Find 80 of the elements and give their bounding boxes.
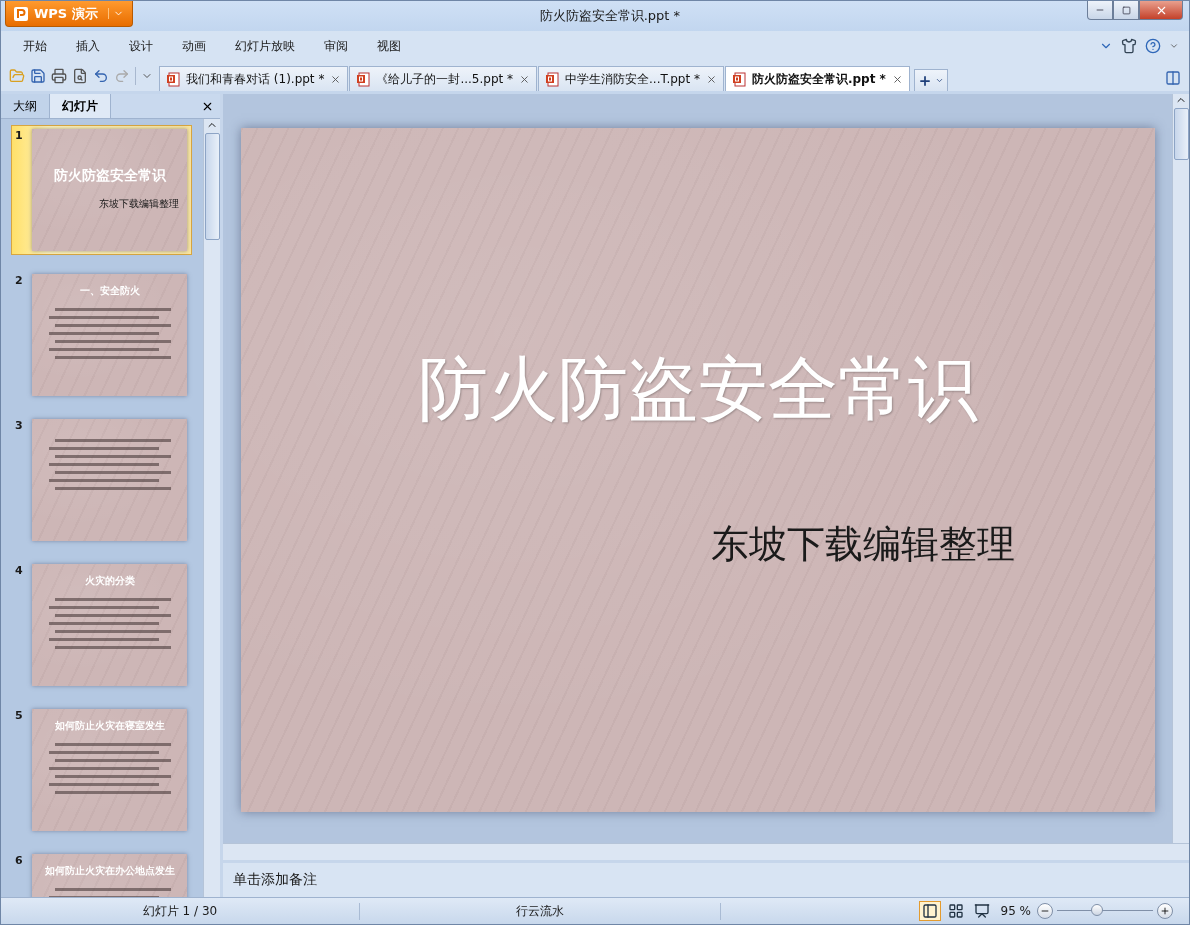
slide-number: 4 [15,564,24,577]
panel-tab[interactable]: 幻灯片 [50,94,111,118]
slide-number: 6 [15,854,24,867]
presentation-file-icon [731,71,746,87]
slideshow-icon [973,903,990,919]
view-button[interactable] [918,901,941,921]
scrollbar-thumb[interactable] [204,133,220,240]
print-preview-button[interactable] [72,68,88,84]
folder-icon [9,68,25,84]
slide-thumbnail-item[interactable]: 5 如何防止火灾在寝室发生 [11,705,192,835]
slide-thumbnail-item[interactable]: 2 一、安全防火 [11,270,192,400]
plus-icon [1160,906,1170,916]
slide-title: 如何防止火灾在办公地点发生 [44,864,175,878]
document-tab[interactable]: 《给儿子的一封...5.ppt * [349,66,538,91]
slide-number: 5 [15,709,24,722]
plus-icon [917,73,932,88]
app-logo-icon [14,6,28,21]
minimize-button[interactable] [1087,1,1113,20]
printer-icon [51,68,67,84]
slide-number: 1 [15,129,24,142]
document-tab[interactable]: 我们和青春对话 (1).ppt * [159,66,349,91]
slide-thumbnail-item[interactable]: 4 火灾的分类 [11,560,192,690]
normal-view-icon [921,903,938,919]
menu-item[interactable]: 审阅 [324,37,377,55]
slide-title: 如何防止火灾在寝室发生 [54,719,165,733]
menu-item[interactable]: 插入 [76,37,129,55]
document-tab[interactable]: 防火防盗安全常识.ppt * [724,66,910,91]
undo-icon [93,68,109,84]
menu-item[interactable]: 设计 [129,37,182,55]
menu-item[interactable]: 视图 [377,37,430,55]
presentation-file-icon [545,71,560,87]
slide-subtitle: 东坡下载编辑整理 [710,521,1015,568]
horizontal-scrollbar[interactable] [223,843,1189,860]
menu-item[interactable]: 动画 [182,37,235,55]
document-search-icon [72,68,88,84]
theme-name: 行云流水 [360,902,721,920]
print-button[interactable] [51,68,67,84]
slide-thumbnail-item[interactable]: 3 [11,415,192,545]
maximize-icon [1121,5,1131,15]
zoom-slider-thumb[interactable] [1091,904,1104,916]
save-icon [30,68,46,84]
slide-title: 防火防盗安全常识 [417,347,978,432]
slide-title: 一、安全防火 [79,284,140,298]
help-icon[interactable] [1145,38,1161,54]
presentation-file-icon [356,71,371,87]
menu-item[interactable]: 幻灯片放映 [235,37,324,55]
window-switch-button[interactable] [1165,70,1181,86]
slide-counter: 幻灯片 1 / 30 [1,902,360,920]
maximize-button[interactable] [1113,1,1139,20]
slide-subtitle: 东坡下载编辑整理 [99,197,179,211]
slide-thumbnail-item[interactable]: 6 如何防止火灾在办公地点发生 [11,850,192,897]
close-icon[interactable] [891,73,903,85]
panel-tab[interactable]: 大纲 [1,94,50,118]
scrollbar-thumb[interactable] [1173,108,1189,160]
new-tab-button[interactable] [913,69,948,91]
caret-icon [934,76,944,85]
vertical-scrollbar[interactable] [203,119,220,897]
zoom-in-button[interactable] [1157,903,1173,919]
slide-number: 2 [15,274,24,287]
caret-icon[interactable] [1169,41,1179,51]
windows-icon [1165,70,1181,86]
undo-button[interactable] [93,68,109,84]
document-tab[interactable]: 中学生消防安全...T.ppt * [538,66,724,91]
window-title: 防火防盗安全常识.ppt * [539,7,681,25]
vertical-scrollbar[interactable] [1172,94,1189,843]
skin-icon[interactable] [1121,38,1137,54]
zoom-level: 95 % [1000,904,1031,918]
save-button[interactable] [30,68,46,84]
grid-view-icon [947,903,964,919]
redo-icon [114,68,130,84]
presentation-file-icon [166,71,180,87]
close-icon[interactable] [705,73,717,85]
close-icon[interactable] [519,73,531,85]
menu-item[interactable]: 开始 [23,37,76,55]
slide-title: 防火防盗安全常识 [53,167,166,185]
slide-number: 3 [15,419,24,432]
slide-title: 火灾的分类 [84,574,135,588]
close-icon[interactable] [330,73,342,85]
zoom-out-button[interactable] [1037,903,1053,919]
slide-thumbnail-item[interactable]: 1 防火防盗安全常识 东坡下载编辑整理 [11,125,192,255]
